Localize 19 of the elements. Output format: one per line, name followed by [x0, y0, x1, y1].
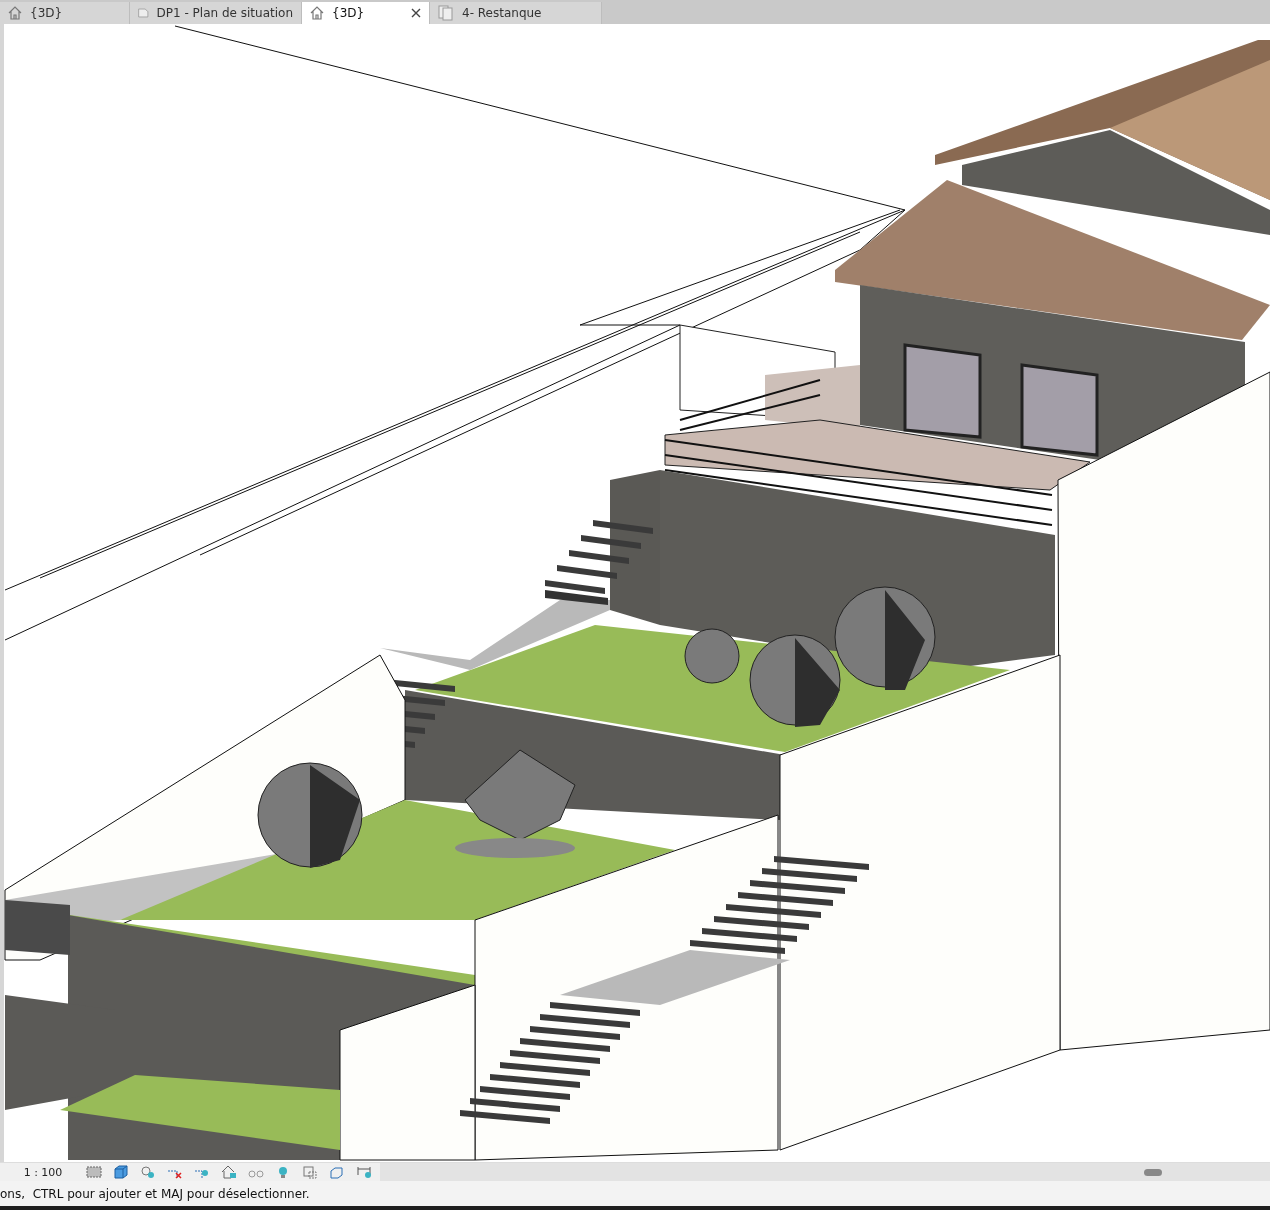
temporary-hide-icon[interactable]: [302, 1165, 318, 1179]
detail-level-icon[interactable]: [86, 1165, 102, 1179]
view-tab[interactable]: 4- Restanque: [430, 2, 602, 24]
close-icon[interactable]: [411, 8, 421, 18]
sheets-icon: [438, 5, 454, 21]
view-tab[interactable]: {3D}: [302, 2, 430, 24]
cube-icon[interactable]: [113, 1165, 129, 1179]
view-scale[interactable]: 1 : 100: [0, 1165, 86, 1179]
view-tab[interactable]: DP1 - Plan de situation: [130, 2, 302, 24]
analytical-model-icon[interactable]: [329, 1165, 345, 1179]
sheet-icon: [138, 6, 149, 20]
view-tab[interactable]: {3D}: [0, 2, 130, 24]
status-message: ons, CTRL pour ajouter et MAJ pour déselectionner.: [0, 1186, 310, 1201]
constraints-icon[interactable]: [356, 1165, 372, 1179]
locked-view-icon[interactable]: [221, 1165, 237, 1179]
sun-path-icon[interactable]: [140, 1165, 156, 1179]
house-icon: [8, 6, 22, 20]
house-icon: [310, 6, 324, 20]
scrollbar-thumb[interactable]: [1144, 1168, 1162, 1176]
